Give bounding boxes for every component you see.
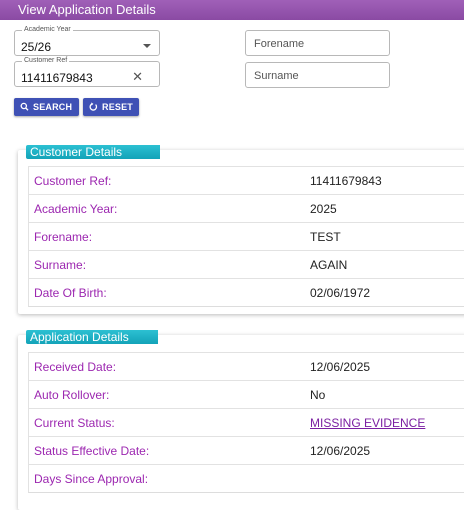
row-value: 11411679843 [310,174,382,188]
table-row: Status Effective Date: 12/06/2025 [29,436,464,464]
row-value: TEST [310,230,341,244]
reset-icon [89,98,98,122]
row-value: 12/06/2025 [310,360,371,374]
search-button[interactable]: SEARCH [14,98,79,116]
customer-ref-field[interactable]: Customer Ref 11411679843 ✕ [14,56,160,87]
table-row: Date Of Birth: 02/06/1972 [29,278,464,306]
status-link[interactable]: MISSING EVIDENCE [310,416,425,430]
table-row: Auto Rollover: No [29,380,464,408]
customer-details-title: Customer Details [26,145,160,159]
table-row: Academic Year: 2025 [29,194,464,222]
row-value: No [310,388,326,402]
row-label: Academic Year: [34,202,118,216]
row-label: Surname: [34,258,87,272]
row-label: Current Status: [34,416,115,430]
row-label: Date Of Birth: [34,286,107,300]
reset-button-label: RESET [102,102,134,112]
row-value: 2025 [310,202,337,216]
search-button-label: SEARCH [33,102,73,112]
row-label: Forename: [34,230,93,244]
academic-year-value: 25/26 [21,40,52,54]
application-details-table: Received Date: 12/06/2025 Auto Rollover: N… [28,352,464,493]
search-icon [20,98,29,122]
row-value: 12/06/2025 [310,444,371,458]
row-label: Auto Rollover: [34,388,110,402]
chevron-down-icon[interactable] [143,44,151,48]
forename-input[interactable]: Forename [245,30,390,56]
application-details-title: Application Details [26,330,158,344]
table-row: Days Since Approval: [29,464,464,492]
table-row: Surname: AGAIN [29,250,464,278]
row-label: Days Since Approval: [34,472,149,486]
surname-placeholder: Surname [254,70,299,82]
customer-ref-value: 11411679843 [21,71,93,85]
table-row: Forename: TEST [29,222,464,250]
row-label: Received Date: [34,360,117,374]
table-row: Customer Ref: 11411679843 [29,166,464,194]
row-label: Status Effective Date: [34,444,150,458]
academic-year-select[interactable]: Academic Year 25/26 [14,25,160,56]
customer-ref-label: Customer Ref [22,56,70,66]
academic-year-label: Academic Year [22,25,73,35]
close-icon[interactable]: ✕ [132,69,143,85]
table-row: Received Date: 12/06/2025 [29,352,464,380]
row-value: AGAIN [310,258,348,272]
row-value: 02/06/1972 [310,286,371,300]
customer-details-table: Customer Ref: 11411679843 Academic Year: 2… [28,166,464,307]
reset-button[interactable]: RESET [83,98,139,116]
forename-placeholder: Forename [254,38,305,50]
row-label: Customer Ref: [34,174,112,188]
surname-input[interactable]: Surname [245,62,390,88]
page-title: View Application Details [0,0,464,20]
table-row: Current Status: MISSING EVIDENCE [29,408,464,436]
